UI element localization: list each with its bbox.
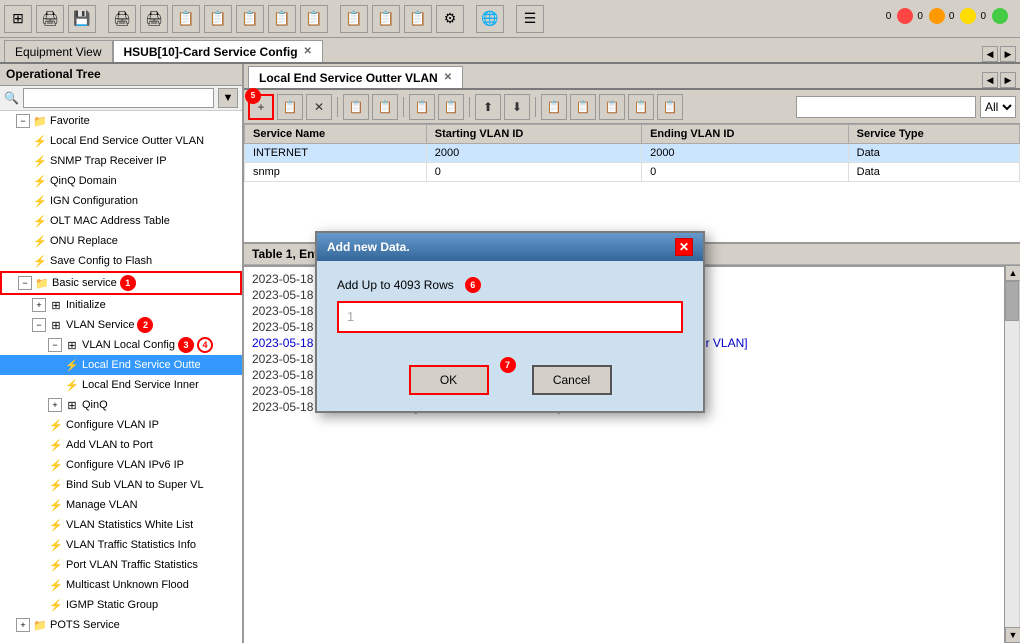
dialog-title: Add new Data. [327,240,410,254]
dialog-title-bar: Add new Data. ✕ [317,233,703,261]
dialog-rows-input[interactable] [337,301,683,333]
dialog-overlay: Add new Data. ✕ Add Up to 4093 Rows 6 OK… [0,0,1020,643]
dialog-footer: OK 7 Cancel [317,365,703,411]
dialog-cancel-button[interactable]: Cancel [532,365,612,395]
dialog-close-button[interactable]: ✕ [675,238,693,256]
dialog-label: Add Up to 4093 Rows 6 [337,277,683,293]
cancel-label: Cancel [553,373,590,387]
ok-label: OK [440,373,457,387]
dialog-body: Add Up to 4093 Rows 6 [317,261,703,365]
dialog-label-text: Add Up to 4093 Rows [337,278,454,292]
add-new-data-dialog: Add new Data. ✕ Add Up to 4093 Rows 6 OK… [315,231,705,413]
badge-7: 7 [500,357,516,373]
dialog-ok-button[interactable]: OK [409,365,489,395]
badge-6: 6 [465,277,481,293]
